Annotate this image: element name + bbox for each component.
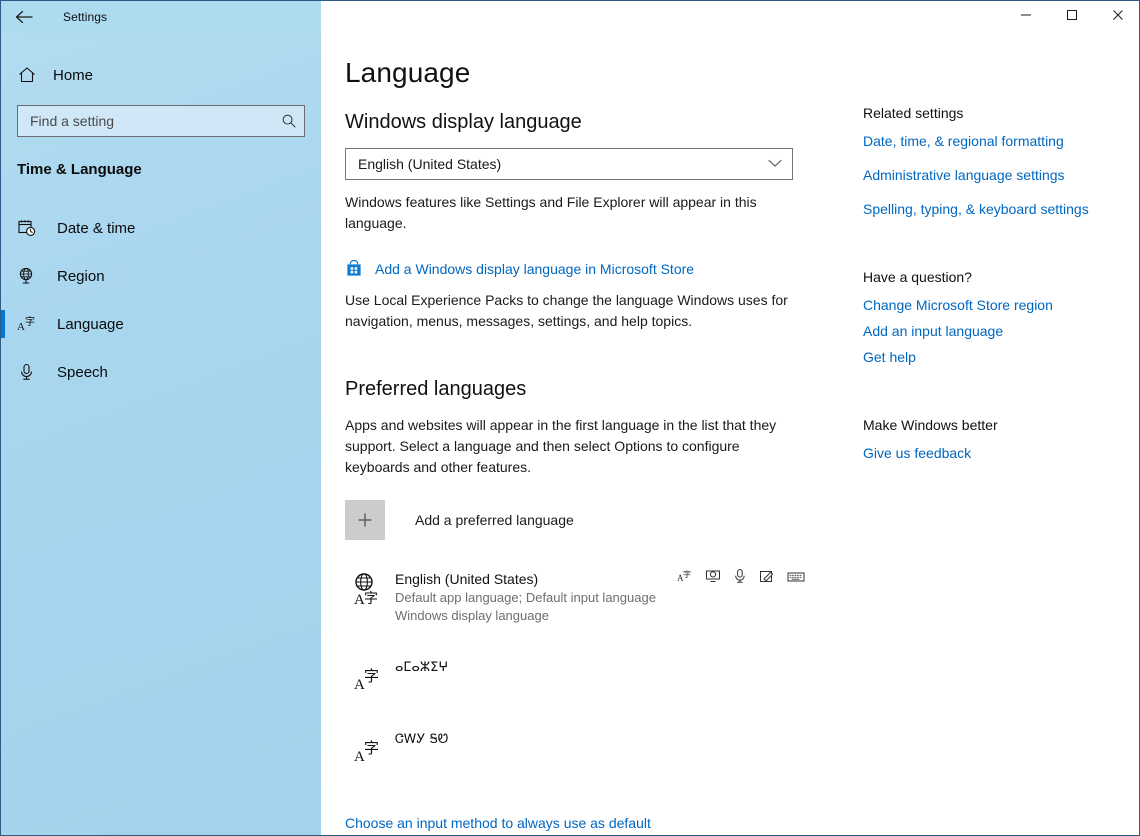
microsoft-store-icon — [345, 259, 363, 278]
sidebar-item-label: Date & time — [57, 219, 136, 237]
close-button[interactable] — [1095, 2, 1139, 33]
globe-language-icon: A 字 — [345, 570, 391, 608]
close-icon — [1112, 8, 1124, 26]
back-arrow-icon — [14, 9, 34, 25]
app-title: Settings — [63, 10, 108, 24]
preferred-languages-description: Apps and websites will appear in the fir… — [345, 417, 777, 475]
question-link-add-input-language[interactable]: Add an input language — [863, 323, 1121, 339]
window-controls — [321, 1, 1139, 33]
have-a-question-heading: Have a question? — [863, 269, 972, 285]
content-area: Language Windows display language Englis… — [321, 33, 1139, 835]
preferred-languages-heading: Preferred languages — [345, 378, 527, 400]
title-bar: Settings — [1, 1, 1139, 33]
preferred-language-name: ⴰⵎⴰⵣⵉⵖ — [395, 660, 449, 676]
minimize-icon — [1020, 8, 1032, 26]
settings-window: Settings Home Find a setting Time & Lang… — [0, 0, 1140, 836]
sidebar-item-date-time[interactable]: Date & time — [1, 204, 321, 252]
search-icon[interactable] — [274, 106, 304, 136]
add-display-language-store-link[interactable]: Add a Windows display language in Micros… — [345, 259, 694, 278]
preferred-language-texts: ⴰⵎⴰⵣⵉⵖ — [391, 659, 795, 677]
sidebar-home-label: Home — [53, 66, 94, 84]
related-link-spelling-typing[interactable]: Spelling, typing, & keyboard settings — [863, 201, 1121, 217]
give-us-feedback-link[interactable]: Give us feedback — [863, 445, 1121, 461]
minimize-button[interactable] — [1003, 2, 1049, 33]
preferred-language-sub1: Default app language; Default input lang… — [395, 589, 656, 605]
sidebar-item-language[interactable]: A 字 Language — [1, 300, 321, 348]
maximize-button[interactable] — [1049, 2, 1095, 33]
speech-microphone-icon[interactable] — [733, 568, 747, 589]
sidebar-item-home[interactable]: Home — [1, 55, 321, 95]
maximize-icon — [1066, 8, 1078, 26]
handwriting-pen-icon[interactable] — [759, 569, 775, 589]
sidebar-item-speech[interactable]: Speech — [1, 348, 321, 396]
calendar-clock-icon — [17, 218, 49, 238]
microphone-icon — [17, 362, 49, 382]
related-link-administrative[interactable]: Administrative language settings — [863, 167, 1121, 183]
svg-text:字: 字 — [364, 591, 378, 607]
local-experience-packs-description: Use Local Experience Packs to change the… — [345, 292, 788, 329]
preferred-language-item[interactable]: A 字 English (United States) Default app … — [345, 566, 805, 629]
related-settings-heading: Related settings — [863, 105, 964, 121]
globe-stand-icon — [17, 266, 49, 286]
store-link-label[interactable]: Add a Windows display language in Micros… — [375, 261, 694, 277]
sidebar-nav-list: Date & time Region A 字 Language Speech — [1, 204, 321, 396]
home-icon — [17, 65, 49, 85]
sidebar: Home Time & Language — [1, 1, 321, 835]
display-language-value: English (United States) — [358, 156, 502, 172]
plus-icon — [345, 500, 385, 540]
add-preferred-language-label: Add a preferred language — [415, 512, 574, 528]
language-a-zi-icon: A 字 — [17, 314, 49, 334]
sidebar-item-label: Language — [57, 315, 124, 333]
related-settings-column: Related settings Date, time, & regional … — [831, 33, 1121, 833]
search-box[interactable] — [17, 105, 305, 137]
svg-text:字: 字 — [364, 739, 379, 757]
language-pack-icon[interactable]: A 字 — [677, 569, 693, 588]
page-title: Language — [345, 57, 471, 88]
chevron-down-icon — [768, 155, 782, 173]
preferred-language-texts: ᏣᎳᎩ ᎦᏬ — [391, 731, 795, 749]
make-windows-better-heading: Make Windows better — [863, 417, 998, 433]
question-link-store-region[interactable]: Change Microsoft Store region — [863, 297, 1121, 313]
back-button[interactable] — [1, 1, 47, 33]
preferred-language-item[interactable]: A 字 ᏣᎳᎩ ᎦᏬ — [345, 727, 795, 773]
preferred-language-feature-icons: A 字 — [677, 568, 805, 589]
sidebar-category-title: Time & Language — [17, 161, 142, 178]
language-a-zi-icon: A 字 — [345, 659, 391, 697]
sidebar-item-region[interactable]: Region — [1, 252, 321, 300]
preferred-language-name: ᏣᎳᎩ ᎦᏬ — [395, 732, 449, 748]
svg-text:字: 字 — [25, 315, 35, 328]
preferred-language-item[interactable]: A 字 ⴰⵎⴰⵣⵉⵖ — [345, 655, 795, 701]
display-language-description: Windows features like Settings and File … — [345, 194, 757, 231]
svg-text:字: 字 — [364, 667, 379, 685]
search-input[interactable] — [18, 106, 274, 136]
display-language-heading: Windows display language — [345, 111, 582, 133]
title-bar-left: Settings — [1, 1, 321, 33]
question-link-get-help[interactable]: Get help — [863, 349, 1121, 365]
svg-text:A: A — [17, 321, 25, 333]
display-language-dropdown[interactable]: English (United States) — [345, 148, 793, 180]
add-preferred-language-button[interactable]: Add a preferred language — [345, 500, 574, 540]
language-a-zi-icon: A 字 — [345, 731, 391, 769]
choose-default-input-method-link[interactable]: Choose an input method to always use as … — [345, 815, 651, 831]
display-text-icon[interactable] — [705, 569, 721, 588]
main-column: Language Windows display language Englis… — [321, 33, 831, 833]
keyboard-icon[interactable] — [787, 570, 805, 588]
preferred-language-sub2: Windows display language — [395, 608, 549, 624]
sidebar-item-label: Region — [57, 267, 105, 285]
related-link-date-time-regional[interactable]: Date, time, & regional formatting — [863, 133, 1121, 149]
sidebar-item-label: Speech — [57, 363, 108, 381]
svg-text:字: 字 — [683, 569, 691, 579]
